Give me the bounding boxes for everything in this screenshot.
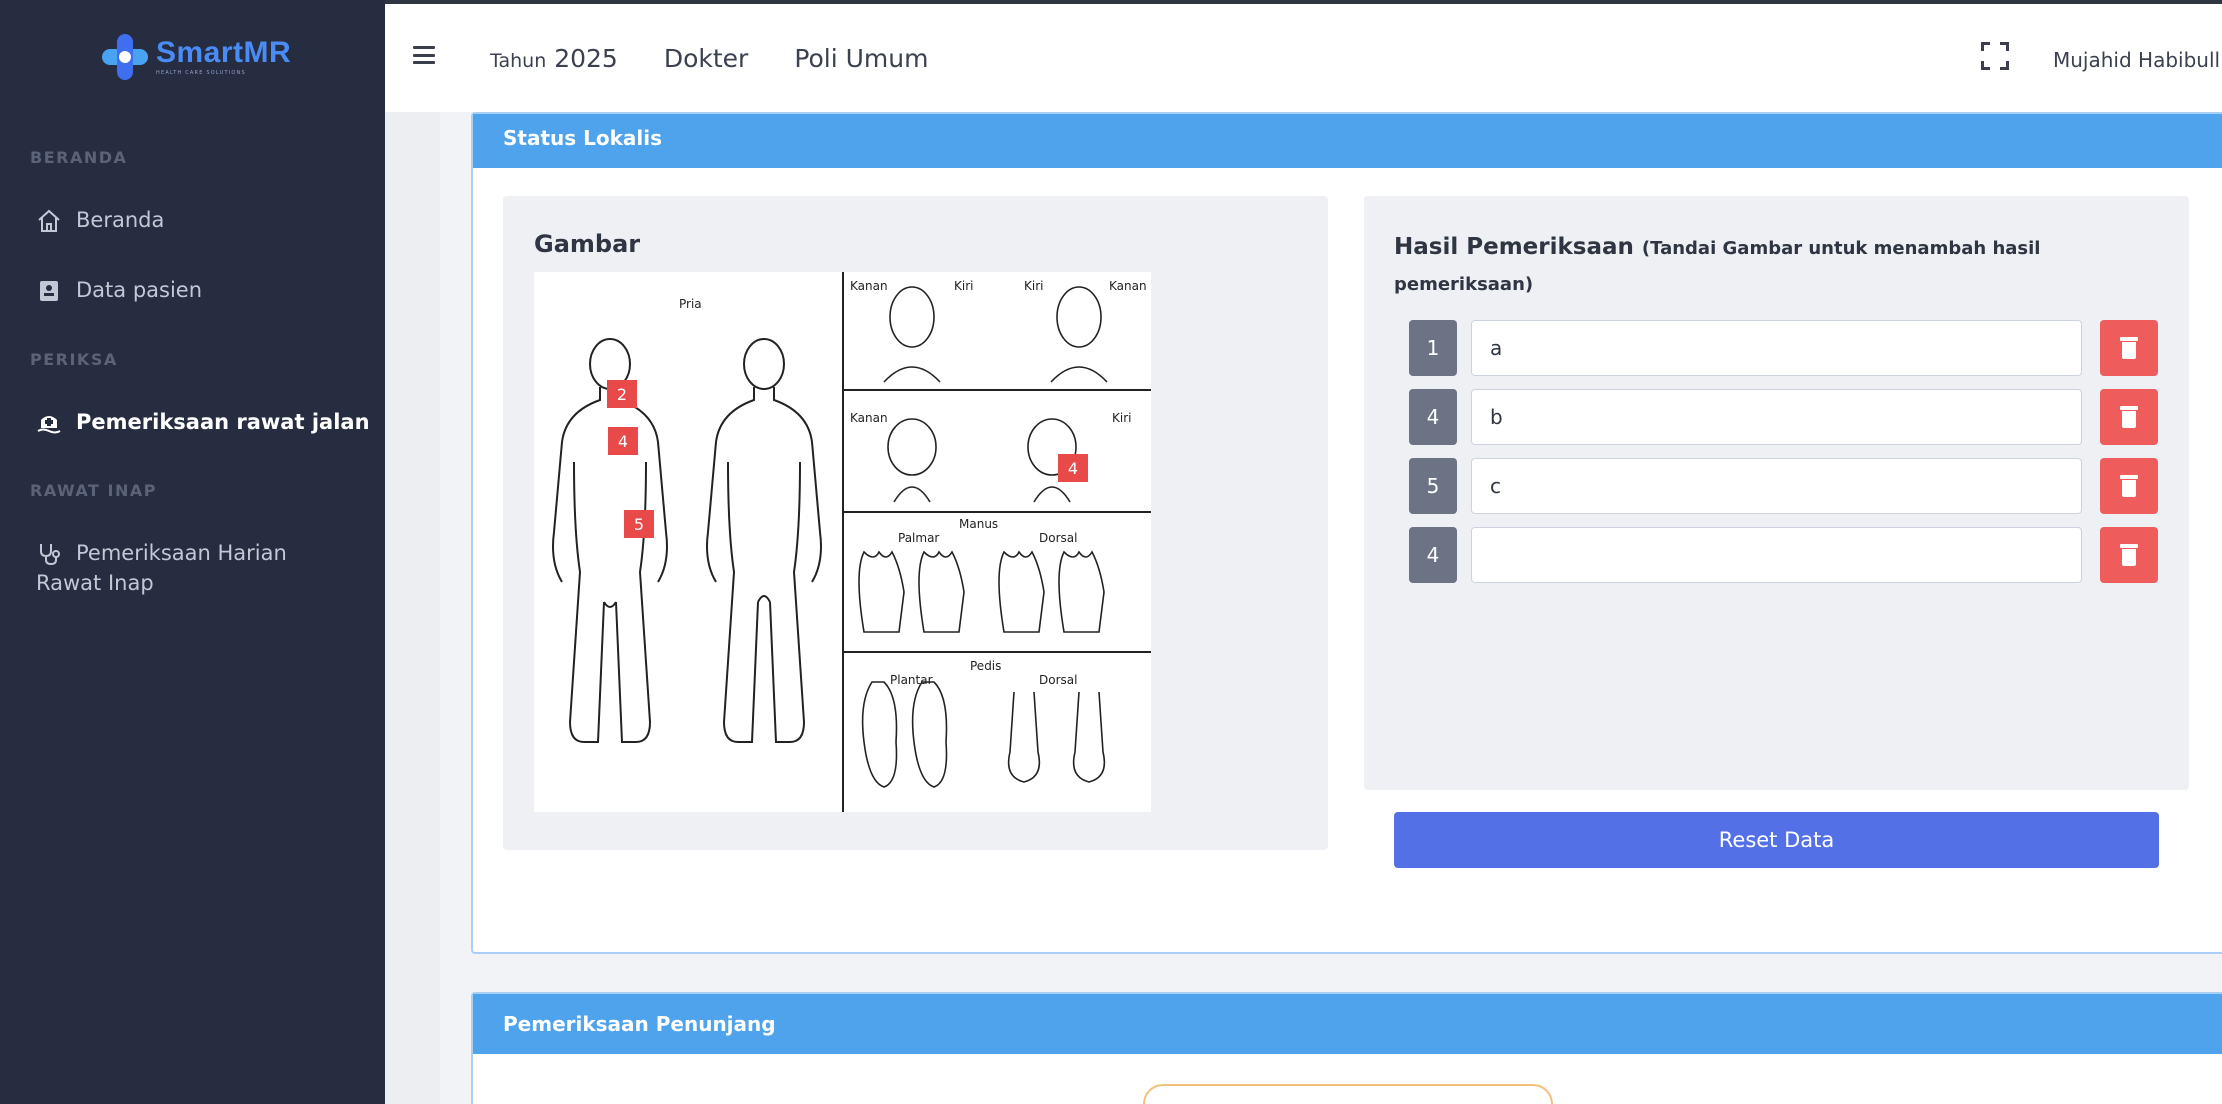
figure-label-pria: Pria	[679, 297, 702, 311]
nav-section-beranda: BERANDA	[30, 148, 128, 167]
figure-label-kanan: Kanan	[850, 411, 888, 425]
nav-section-rawat-inap: RAWAT INAP	[30, 481, 157, 500]
image-panel-title: Gambar	[534, 230, 641, 258]
sidebar-item-label: Pemeriksaan Harian	[76, 541, 287, 565]
app-logo[interactable]: SmartMR HEALTH CARE SOLUTIONS	[100, 32, 291, 82]
reset-data-button[interactable]: Reset Data	[1394, 812, 2159, 868]
figure-label-dorsal: Dorsal	[1039, 673, 1077, 687]
figure-label-manus: Manus	[959, 517, 998, 531]
results-title-text: Hasil Pemeriksaan	[1394, 234, 1634, 260]
marker-2[interactable]: 2	[607, 380, 637, 408]
sidebar-item-beranda[interactable]: Beranda	[36, 208, 164, 234]
logo-cross-icon	[100, 32, 150, 82]
result-number-badge: 1	[1409, 320, 1457, 376]
trash-icon	[2120, 406, 2138, 428]
marker-5[interactable]: 5	[624, 510, 654, 538]
delete-button[interactable]	[2100, 527, 2158, 583]
user-menu[interactable]: Mujahid Habibull	[2053, 48, 2220, 72]
pemeriksaan-penunjang-header: Pemeriksaan Penunjang	[473, 994, 2222, 1054]
image-panel: Gambar Pria Kanan Kiri Kiri Kanan Kanan …	[503, 196, 1328, 850]
fullscreen-icon[interactable]	[1981, 42, 2009, 70]
result-number-badge: 4	[1409, 389, 1457, 445]
result-number-badge: 4	[1409, 527, 1457, 583]
partially-visible-button[interactable]	[1143, 1084, 1553, 1104]
result-row: 4	[1409, 527, 2158, 583]
status-lokalis-header: Status Lokalis	[473, 114, 2222, 168]
year-selector[interactable]: Tahun 2025	[490, 44, 618, 73]
trash-icon	[2120, 337, 2138, 359]
figure-label-palmar: Palmar	[898, 531, 939, 545]
sidebar-item-label: Beranda	[76, 208, 165, 232]
trash-icon	[2120, 475, 2138, 497]
logo-name: SmartMR	[156, 36, 292, 69]
body-diagram[interactable]: Pria Kanan Kiri Kiri Kanan Kanan Kiri Ma…	[534, 272, 1151, 812]
figure-label-kiri: Kiri	[1112, 411, 1131, 425]
sidebar-item-data-pasien[interactable]: Data pasien	[36, 278, 202, 304]
results-title: Hasil Pemeriksaan (Tandai Gambar untuk m…	[1394, 230, 2154, 302]
home-icon	[38, 209, 60, 232]
id-card-icon	[40, 281, 58, 301]
sidebar: SmartMR HEALTH CARE SOLUTIONS BERANDA Be…	[0, 0, 385, 1104]
hospital-icon	[37, 416, 61, 434]
delete-button[interactable]	[2100, 458, 2158, 514]
nav-section-periksa: PERIKSA	[30, 350, 118, 369]
result-input[interactable]	[1471, 527, 2082, 583]
marker-4[interactable]: 4	[608, 427, 638, 455]
year-value: 2025	[554, 44, 618, 73]
svg-text:2: 2	[617, 385, 627, 404]
result-input[interactable]	[1471, 389, 2082, 445]
sidebar-item-pemeriksaan-rawat-jalan[interactable]: Pemeriksaan rawat jalan	[36, 410, 370, 436]
figure-label-kanan: Kanan	[850, 279, 888, 293]
sidebar-item-label: Pemeriksaan rawat jalan	[76, 410, 370, 434]
figure-label-plantar: Plantar	[890, 673, 933, 687]
stethoscope-icon	[40, 544, 60, 566]
role-link[interactable]: Dokter	[664, 44, 749, 73]
svg-text:4: 4	[1068, 459, 1078, 478]
delete-button[interactable]	[2100, 389, 2158, 445]
content-gutter	[385, 112, 440, 1104]
svg-text:4: 4	[618, 432, 628, 451]
result-number-badge: 5	[1409, 458, 1457, 514]
marker-4[interactable]: 4	[1058, 454, 1088, 482]
trash-icon	[2120, 544, 2138, 566]
results-panel-body: Hasil Pemeriksaan (Tandai Gambar untuk m…	[1364, 196, 2189, 790]
figure-label-kiri: Kiri	[1024, 279, 1043, 293]
results-panel: Hasil Pemeriksaan (Tandai Gambar untuk m…	[1364, 196, 2189, 884]
figure-label-dorsal: Dorsal	[1039, 531, 1077, 545]
sidebar-item-pemeriksaan-harian-rawat-inap[interactable]: Pemeriksaan Harian Rawat Inap	[36, 541, 287, 595]
result-row: 4	[1409, 389, 2158, 445]
logo-tagline: HEALTH CARE SOLUTIONS	[156, 70, 246, 76]
result-input[interactable]	[1471, 320, 2082, 376]
result-row: 1	[1409, 320, 2158, 376]
figure-label-pedis: Pedis	[970, 659, 1001, 673]
result-row: 5	[1409, 458, 2158, 514]
delete-button[interactable]	[2100, 320, 2158, 376]
unit-link[interactable]: Poli Umum	[794, 44, 928, 73]
sidebar-item-label: Data pasien	[76, 278, 203, 302]
status-lokalis-card: Status Lokalis Gambar Pria Kanan Kiri Ki…	[471, 112, 2222, 954]
figure-label-kiri: Kiri	[954, 279, 973, 293]
top-navbar: Tahun 2025 Dokter Poli Umum Mujahid Habi…	[385, 0, 2222, 112]
result-input[interactable]	[1471, 458, 2082, 514]
svg-text:5: 5	[634, 515, 644, 534]
menu-toggle-icon[interactable]	[413, 46, 435, 64]
year-label: Tahun	[490, 50, 547, 72]
figure-label-kanan: Kanan	[1109, 279, 1147, 293]
sidebar-item-label-line2: Rawat Inap	[36, 571, 154, 595]
main-content: Status Lokalis Gambar Pria Kanan Kiri Ki…	[440, 112, 2222, 1104]
